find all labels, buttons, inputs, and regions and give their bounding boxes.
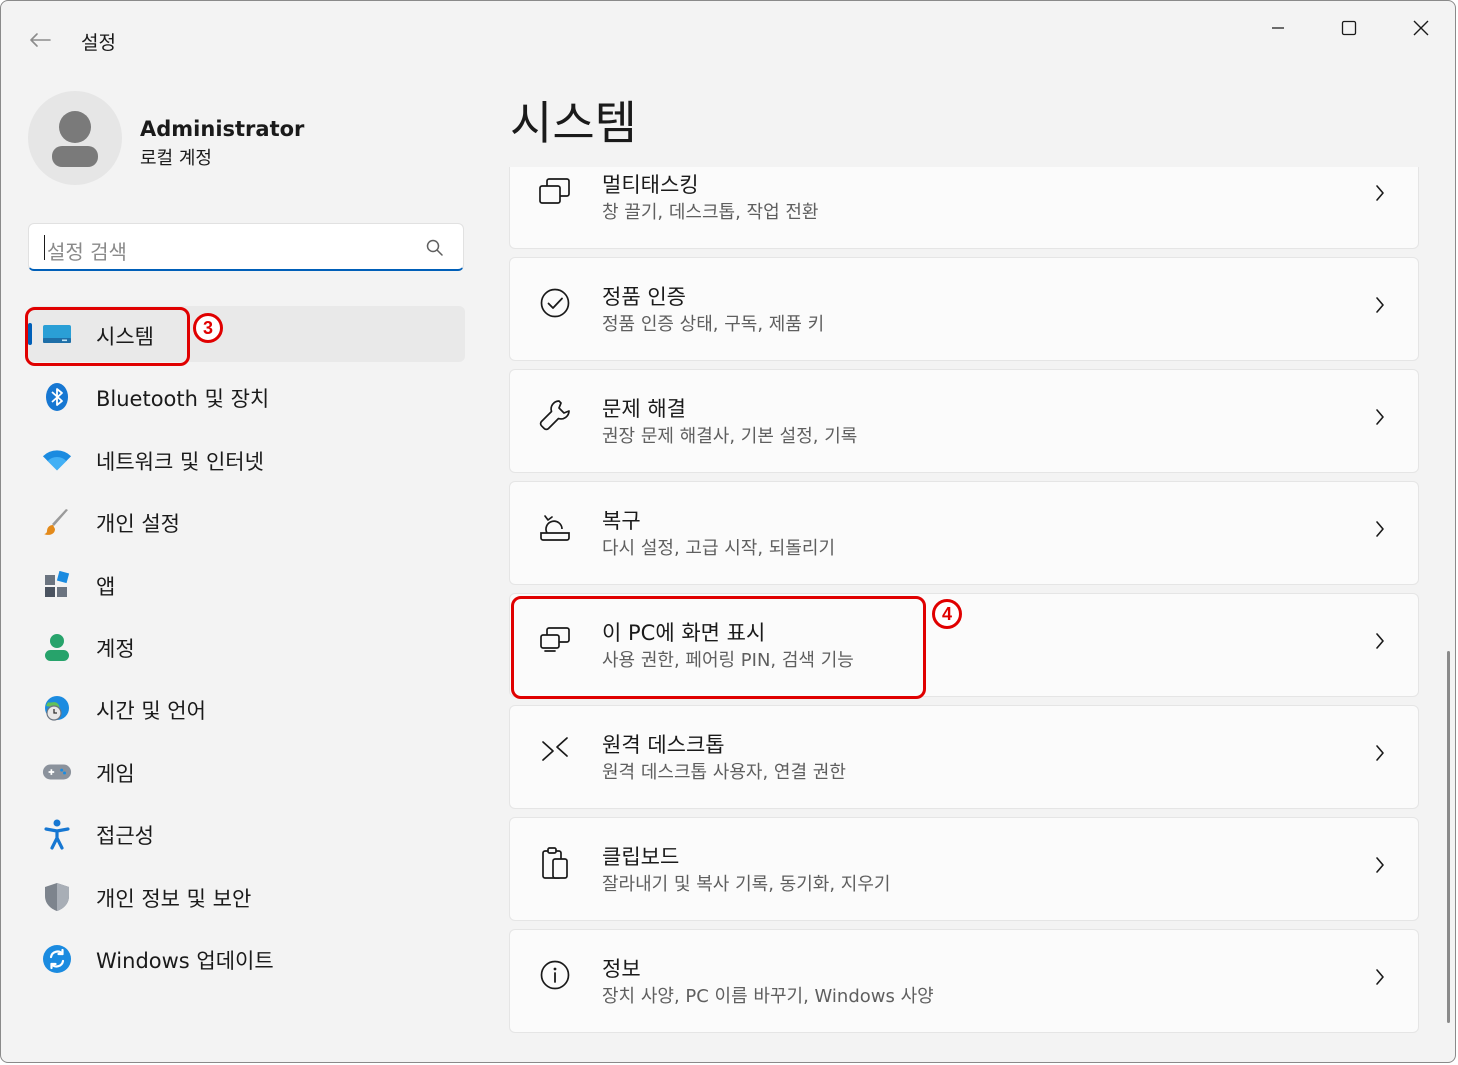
sidebar-item-privacy-security[interactable]: 개인 정보 및 보안 xyxy=(28,868,465,924)
sidebar-item-time-language[interactable]: 시간 및 언어 xyxy=(28,680,465,736)
settings-item-activation[interactable]: 정품 인증 정품 인증 상태, 구독, 제품 키 xyxy=(509,257,1419,361)
sidebar-item-accounts[interactable]: 계정 xyxy=(28,618,465,674)
settings-item-subtitle: 권장 문제 해결사, 기본 설정, 기록 xyxy=(602,426,858,447)
sidebar-item-windows-update[interactable]: Windows 업데이트 xyxy=(28,930,465,986)
chevron-right-icon xyxy=(1370,965,1390,989)
bluetooth-icon xyxy=(42,382,72,412)
sidebar-item-label: 개인 설정 xyxy=(96,512,180,537)
settings-item-troubleshoot[interactable]: 문제 해결 권장 문제 해결사, 기본 설정, 기록 xyxy=(509,369,1419,473)
sidebar-item-network[interactable]: 네트워크 및 인터넷 xyxy=(28,431,465,487)
user-avatar-icon xyxy=(52,111,98,167)
recovery-icon xyxy=(536,508,574,546)
apps-icon xyxy=(42,570,72,600)
settings-item-title: 문제 해결 xyxy=(602,397,686,421)
settings-item-remote-desktop[interactable]: 원격 데스크톱 원격 데스크톱 사용자, 연결 권한 xyxy=(509,705,1419,809)
sidebar-item-label: Bluetooth 및 장치 xyxy=(96,387,270,412)
windows-update-icon xyxy=(42,944,72,974)
sidebar-item-label: 시간 및 언어 xyxy=(96,699,206,724)
settings-item-title: 정품 인증 xyxy=(602,285,686,309)
accessibility-icon xyxy=(42,819,72,850)
remote-desktop-icon xyxy=(536,732,574,770)
title-bar: 설정 xyxy=(1,1,1455,71)
settings-item-subtitle: 정품 인증 상태, 구독, 제품 키 xyxy=(602,314,825,335)
back-button[interactable] xyxy=(25,25,55,55)
chevron-right-icon xyxy=(1370,517,1390,541)
search-placeholder: 설정 검색 xyxy=(47,240,127,264)
settings-item-subtitle: 잘라내기 및 복사 기록, 동기화, 지우기 xyxy=(602,874,891,895)
settings-item-multitasking[interactable]: 멀티태스킹 창 끌기, 데스크톱, 작업 전환 xyxy=(509,167,1419,249)
settings-item-clipboard[interactable]: 클립보드 잘라내기 및 복사 기록, 동기화, 지우기 xyxy=(509,817,1419,921)
maximize-icon xyxy=(1341,20,1357,36)
page-title: 시스템 xyxy=(510,96,637,150)
annotation-highlight-system xyxy=(25,307,190,366)
info-icon xyxy=(536,956,574,994)
chevron-right-icon xyxy=(1370,629,1390,653)
chevron-right-icon xyxy=(1370,853,1390,877)
sidebar-item-label: 계정 xyxy=(96,636,135,661)
sidebar-nav: 시스템 Bluetooth 및 장치 네트워크 및 인터넷 개인 설정 앱 계정… xyxy=(28,306,465,992)
wifi-icon xyxy=(42,445,72,475)
annotation-highlight-project-to-pc xyxy=(511,596,926,699)
settings-item-subtitle: 다시 설정, 고급 시작, 되돌리기 xyxy=(602,538,836,559)
settings-window: 설정 Administrator 로컬 계정 설정 검색 시스템 Bluetoo… xyxy=(0,0,1456,1063)
settings-item-recovery[interactable]: 복구 다시 설정, 고급 시작, 되돌리기 xyxy=(509,481,1419,585)
wrench-icon xyxy=(536,396,574,434)
search-icon xyxy=(426,239,443,256)
sidebar-item-accessibility[interactable]: 접근성 xyxy=(28,805,465,861)
settings-item-title: 정보 xyxy=(602,957,641,981)
sidebar-item-personalization[interactable]: 개인 설정 xyxy=(28,493,465,549)
sidebar-item-gaming[interactable]: 게임 xyxy=(28,743,465,799)
clipboard-icon xyxy=(536,844,574,882)
chevron-right-icon xyxy=(1370,293,1390,317)
chevron-right-icon xyxy=(1370,181,1390,205)
settings-item-title: 클립보드 xyxy=(602,845,680,869)
sidebar-item-label: 앱 xyxy=(96,574,116,599)
settings-item-subtitle: 장치 사양, PC 이름 바꾸기, Windows 사양 xyxy=(602,986,934,1007)
sidebar-item-label: Windows 업데이트 xyxy=(96,948,274,973)
sidebar-item-apps[interactable]: 앱 xyxy=(28,556,465,612)
sidebar-item-label: 네트워크 및 인터넷 xyxy=(96,449,264,474)
multitasking-icon xyxy=(536,172,574,210)
profile-name: Administrator xyxy=(140,117,305,141)
settings-item-about[interactable]: 정보 장치 사양, PC 이름 바꾸기, Windows 사양 xyxy=(509,929,1419,1033)
close-icon xyxy=(1413,20,1429,36)
settings-item-subtitle: 창 끌기, 데스크톱, 작업 전환 xyxy=(602,202,819,223)
paintbrush-icon xyxy=(42,507,72,537)
back-arrow-icon xyxy=(30,33,51,47)
sidebar-item-label: 개인 정보 및 보안 xyxy=(96,886,252,911)
minimize-icon xyxy=(1272,27,1284,29)
chevron-right-icon xyxy=(1370,405,1390,429)
minimize-button[interactable] xyxy=(1253,11,1303,45)
scrollbar-thumb[interactable] xyxy=(1447,651,1450,1023)
text-caret xyxy=(44,235,45,260)
settings-item-title: 멀티태스킹 xyxy=(602,173,699,197)
settings-item-subtitle: 원격 데스크톱 사용자, 연결 권한 xyxy=(602,762,846,783)
profile-account-type: 로컬 계정 xyxy=(140,148,212,169)
chevron-right-icon xyxy=(1370,741,1390,765)
avatar[interactable] xyxy=(28,91,122,185)
account-icon xyxy=(42,632,72,662)
globe-clock-icon xyxy=(42,694,72,724)
gamepad-icon xyxy=(42,757,72,787)
search-input[interactable]: 설정 검색 xyxy=(28,223,464,271)
annotation-step-3: 3 xyxy=(193,313,223,343)
maximize-button[interactable] xyxy=(1324,11,1374,45)
shield-icon xyxy=(42,882,72,912)
settings-item-title: 원격 데스크톱 xyxy=(602,733,725,757)
annotation-step-4: 4 xyxy=(932,599,962,629)
window-title: 설정 xyxy=(81,32,116,54)
sidebar-item-bluetooth[interactable]: Bluetooth 및 장치 xyxy=(28,368,465,424)
activation-check-icon xyxy=(536,284,574,322)
sidebar-item-label: 접근성 xyxy=(96,824,154,849)
sidebar-item-label: 게임 xyxy=(96,761,135,786)
close-button[interactable] xyxy=(1396,11,1446,45)
settings-item-title: 복구 xyxy=(602,509,641,533)
